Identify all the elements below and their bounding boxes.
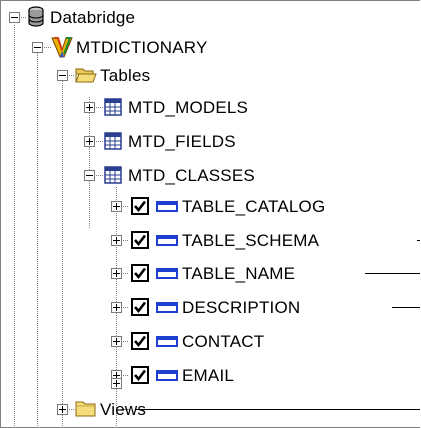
field-icon xyxy=(156,369,178,381)
tree-node-label: CONTACT xyxy=(182,332,265,351)
tree-node-views[interactable]: Views xyxy=(100,398,146,422)
expander-field-table-catalog[interactable] xyxy=(111,201,122,212)
tree-node-label: TABLE_SCHEMA xyxy=(182,231,320,250)
field-checkbox-table-schema[interactable] xyxy=(131,231,149,249)
expander-mtd-fields[interactable] xyxy=(84,136,95,147)
tree-node-field-email[interactable]: EMAIL xyxy=(182,364,234,388)
expander-field-contact[interactable] xyxy=(111,336,122,347)
tree-node-label: EMAIL xyxy=(182,366,235,385)
table-icon xyxy=(104,132,122,150)
table-icon xyxy=(104,166,122,184)
expander-field-table-schema[interactable] xyxy=(111,235,122,246)
tree-node-field-table-schema[interactable]: TABLE_SCHEMA xyxy=(182,229,319,253)
tree-node-label: MTD_CLASSES xyxy=(128,166,255,185)
expander-tables[interactable] xyxy=(57,70,68,81)
tree-node-label: Tables xyxy=(100,66,151,85)
field-checkbox-contact[interactable] xyxy=(131,332,149,350)
field-icon xyxy=(156,234,178,246)
tree-node-label: MTD_FIELDS xyxy=(128,132,236,151)
tree-node-field-description[interactable]: DESCRIPTION xyxy=(182,296,300,320)
expander-mtd-classes[interactable] xyxy=(84,170,95,181)
field-icon xyxy=(156,267,178,279)
folder-open-icon xyxy=(75,65,97,85)
tree-node-label: MTDICTIONARY xyxy=(76,38,208,57)
expander-mtdictionary[interactable] xyxy=(32,42,43,53)
expander-field-description[interactable] xyxy=(111,302,122,313)
expander-views[interactable] xyxy=(57,404,68,415)
tree-node-mtdictionary[interactable]: MTDICTIONARY xyxy=(76,36,207,60)
tree-view: Databridge MTDICTIONARY Tables MTD_MODEL… xyxy=(1,1,420,427)
expander-mtd-models[interactable] xyxy=(84,102,95,113)
tree-node-label: TABLE_NAME xyxy=(182,264,296,283)
tree-node-mtd-models[interactable]: MTD_MODELS xyxy=(128,96,248,120)
database-icon xyxy=(27,6,45,28)
dictionary-v-icon xyxy=(51,36,73,58)
field-icon xyxy=(156,301,178,313)
field-checkbox-description[interactable] xyxy=(131,298,149,316)
folder-closed-icon xyxy=(75,399,97,419)
tree-node-label: MTD_MODELS xyxy=(128,98,249,117)
expander-databridge[interactable] xyxy=(9,12,20,23)
field-checkbox-table-catalog[interactable] xyxy=(131,197,149,215)
tree-node-label: DESCRIPTION xyxy=(182,298,301,317)
tree-node-field-contact[interactable]: CONTACT xyxy=(182,330,264,354)
tree-node-mtd-classes[interactable]: MTD_CLASSES xyxy=(128,164,255,188)
tree-node-field-table-catalog[interactable]: TABLE_CATALOG xyxy=(182,195,325,219)
tree-node-label: Views xyxy=(100,400,147,419)
expander-field-telephone[interactable] xyxy=(111,378,122,389)
tree-node-label: Databridge xyxy=(50,8,136,27)
field-icon xyxy=(156,335,178,347)
field-checkbox-table-name[interactable] xyxy=(131,264,149,282)
table-icon xyxy=(104,98,122,116)
tree-node-label: TABLE_CATALOG xyxy=(182,197,326,216)
expander-field-table-name[interactable] xyxy=(111,268,122,279)
tree-node-mtd-fields[interactable]: MTD_FIELDS xyxy=(128,130,236,154)
field-icon xyxy=(156,200,178,212)
field-checkbox-email[interactable] xyxy=(131,366,149,384)
tree-node-databridge[interactable]: Databridge xyxy=(50,6,135,30)
tree-node-field-table-name[interactable]: TABLE_NAME xyxy=(182,262,295,286)
tree-panel: Databridge MTDICTIONARY Tables MTD_MODEL… xyxy=(0,0,420,428)
tree-node-tables[interactable]: Tables xyxy=(100,64,150,88)
